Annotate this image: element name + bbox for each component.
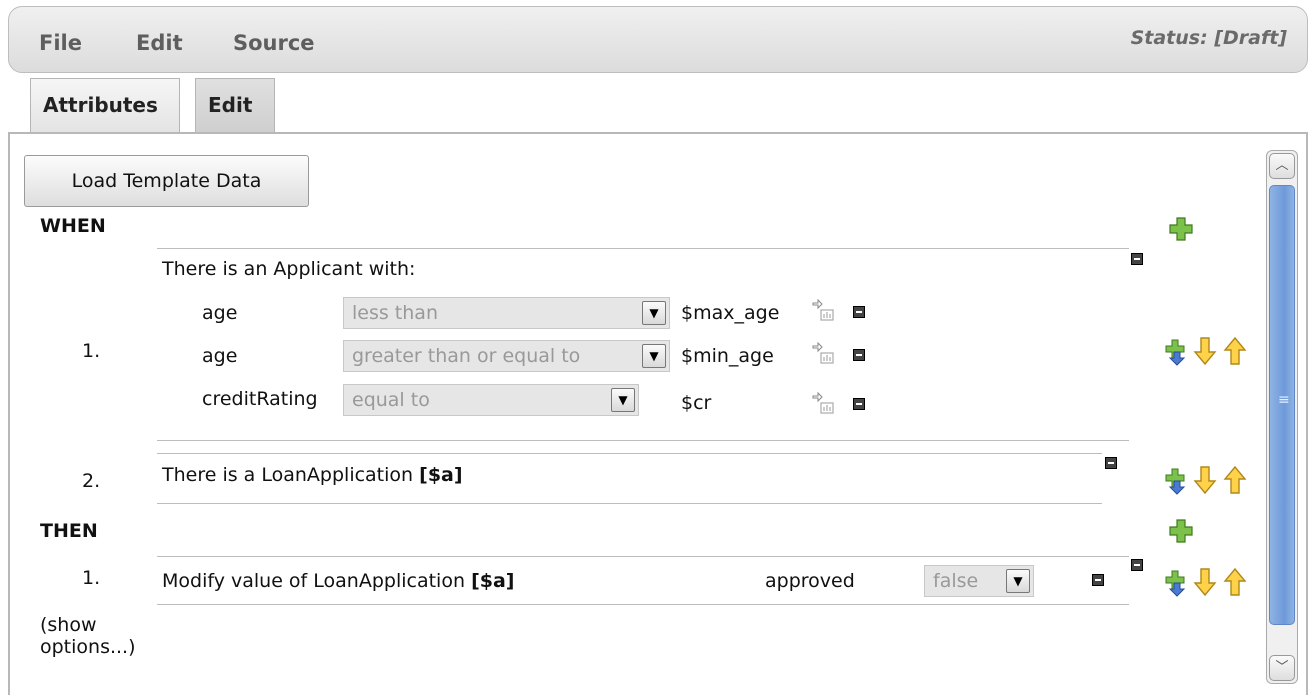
grip-icon: ≡ — [1278, 392, 1290, 408]
chevron-down-icon: ▼ — [1006, 569, 1030, 593]
add-condition-icon[interactable] — [1168, 216, 1194, 242]
chevron-down-icon: ▼ — [642, 344, 666, 368]
remove-action-field-button[interactable] — [1092, 574, 1104, 586]
menu-bar: File Edit Source Status: [Draft] — [8, 6, 1308, 73]
action-1-number: 1. — [82, 567, 101, 589]
scroll-down-button[interactable]: ﹀ — [1269, 655, 1295, 681]
operator-select[interactable]: greater than or equal to ▼ — [343, 340, 670, 372]
chevron-down-icon: ▼ — [642, 301, 666, 325]
field-value: $min_age — [681, 345, 774, 367]
remove-action-button[interactable] — [1131, 559, 1143, 571]
status-label: Status: [Draft] — [1130, 27, 1287, 49]
action-1-title: Modify value of LoanApplication [$a] — [162, 570, 515, 592]
remove-field-button[interactable] — [853, 349, 865, 361]
chevron-down-icon: ▼ — [611, 388, 635, 412]
arrow-up-icon[interactable] — [1223, 336, 1247, 365]
rule-editor-panel — [8, 132, 1308, 695]
edit-value-icon[interactable] — [811, 340, 839, 366]
menu-file[interactable]: File — [39, 31, 82, 55]
edit-value-icon[interactable] — [811, 297, 839, 323]
arrow-down-icon[interactable] — [1193, 568, 1217, 597]
condition-1-title: There is an Applicant with: — [162, 258, 416, 280]
condition-1-actions — [1165, 336, 1247, 366]
action-field-name: approved — [765, 570, 855, 592]
scrollbar-thumb[interactable]: ≡ — [1269, 185, 1295, 625]
divider — [157, 440, 1129, 441]
action-value-select[interactable]: false ▼ — [924, 565, 1034, 597]
tab-attributes[interactable]: Attributes — [30, 78, 180, 132]
arrow-down-icon[interactable] — [1193, 337, 1217, 366]
add-action-icon[interactable] — [1168, 518, 1194, 544]
field-name: creditRating — [202, 388, 318, 410]
divider — [157, 248, 1129, 249]
operator-select[interactable]: equal to ▼ — [343, 384, 639, 416]
field-name: age — [202, 345, 238, 367]
divider — [157, 503, 1102, 504]
operator-value: greater than or equal to — [352, 345, 581, 367]
menu-source[interactable]: Source — [233, 31, 315, 55]
condition-1-number: 1. — [82, 340, 101, 362]
divider — [157, 453, 1102, 454]
insert-icon[interactable] — [1165, 339, 1186, 366]
vertical-scrollbar[interactable]: ︿ ≡ ﹀ — [1266, 150, 1298, 684]
condition-2-number: 2. — [82, 470, 101, 492]
then-header: THEN — [40, 520, 98, 542]
remove-field-button[interactable] — [853, 398, 865, 410]
condition-2-actions — [1165, 465, 1247, 495]
condition-2-title: There is a LoanApplication [$a] — [162, 464, 463, 486]
show-options-link[interactable]: (show options...) — [40, 614, 136, 658]
action-value: false — [933, 570, 979, 592]
operator-select[interactable]: less than ▼ — [343, 297, 670, 329]
insert-icon[interactable] — [1165, 570, 1186, 597]
divider — [157, 604, 1129, 605]
field-value: $cr — [681, 392, 712, 414]
menu-edit[interactable]: Edit — [136, 31, 183, 55]
field-value: $max_age — [681, 302, 780, 324]
field-name: age — [202, 302, 238, 324]
when-header: WHEN — [40, 215, 106, 237]
scroll-up-button[interactable]: ︿ — [1269, 153, 1295, 179]
insert-icon[interactable] — [1165, 468, 1186, 495]
arrow-down-icon[interactable] — [1193, 466, 1217, 495]
edit-value-icon[interactable] — [811, 390, 839, 416]
arrow-up-icon[interactable] — [1223, 465, 1247, 494]
divider — [157, 556, 1129, 557]
load-template-data-button[interactable]: Load Template Data — [24, 155, 309, 207]
tab-edit[interactable]: Edit — [195, 78, 275, 132]
remove-condition-1-button[interactable] — [1131, 253, 1143, 265]
remove-field-button[interactable] — [853, 306, 865, 318]
remove-condition-2-button[interactable] — [1105, 457, 1117, 469]
operator-value: less than — [352, 302, 438, 324]
arrow-up-icon[interactable] — [1223, 567, 1247, 596]
action-1-actions — [1165, 567, 1247, 597]
operator-value: equal to — [352, 389, 430, 411]
